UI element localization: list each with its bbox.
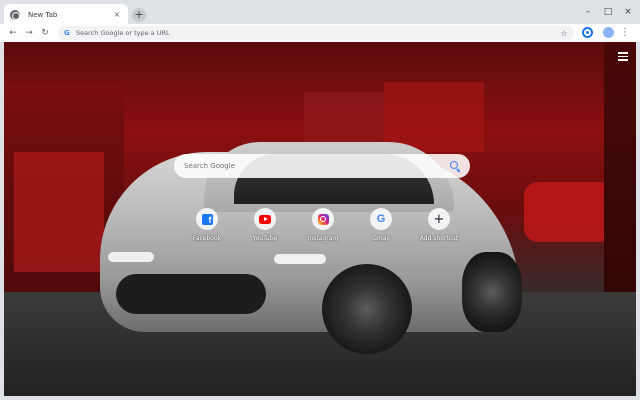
new-tab-button[interactable]: + [132, 8, 146, 22]
extension-icon[interactable] [582, 27, 593, 38]
tab-new-tab[interactable]: New Tab × [4, 4, 128, 26]
browser-menu-icon[interactable]: ⋮ [620, 27, 630, 39]
omnibox-placeholder[interactable]: Search Google or type a URL [76, 29, 558, 37]
search-icon[interactable] [450, 161, 460, 171]
search-box[interactable] [174, 154, 470, 178]
background-cabinet [14, 152, 104, 272]
shortcut-label: Instagram [307, 235, 339, 242]
search-input[interactable] [184, 162, 450, 170]
shortcut-tile[interactable]: f [196, 208, 218, 230]
background-red-car [524, 182, 614, 242]
shortcut-label: Add shortcut [419, 235, 459, 242]
plus-icon: + [433, 211, 445, 227]
shortcut-label: Facebook [192, 235, 222, 242]
car-headlight-left [108, 252, 154, 262]
shortcuts-row: f Facebook YouTube Instagram G Gmail + A… [178, 208, 468, 258]
car-grille [116, 274, 266, 314]
google-icon: G [376, 212, 386, 225]
shortcut-label: Gmail [372, 235, 390, 242]
shortcut-label: YouTube [252, 235, 278, 242]
tab-close-icon[interactable]: × [112, 10, 122, 20]
shortcut-tile[interactable]: + [428, 208, 450, 230]
google-g-icon: G [64, 29, 70, 37]
tab-strip: New Tab × + – □ × [0, 0, 640, 26]
car-rear-wheel [462, 252, 522, 332]
shortcut-gmail[interactable]: G Gmail [352, 208, 410, 258]
omnibox[interactable]: G Search Google or type a URL ☆ [58, 26, 574, 40]
bookmark-star-icon[interactable]: ☆ [558, 29, 570, 38]
forward-icon[interactable]: → [22, 26, 36, 40]
youtube-icon [259, 214, 271, 224]
background-door [384, 82, 484, 152]
reload-icon[interactable]: ↻ [38, 26, 52, 40]
close-window-icon[interactable]: × [622, 6, 634, 18]
minimize-icon[interactable]: – [582, 6, 594, 18]
shortcut-add[interactable]: + Add shortcut [410, 208, 468, 258]
shortcut-tile[interactable] [312, 208, 334, 230]
toolbar: ← → ↻ G Search Google or type a URL ☆ ⋮ [0, 24, 640, 42]
profile-avatar[interactable] [603, 27, 614, 38]
shortcut-youtube[interactable]: YouTube [236, 208, 294, 258]
facebook-icon: f [201, 213, 213, 225]
car-front-wheel [322, 264, 412, 354]
instagram-icon [317, 213, 329, 225]
browser-window: New Tab × + – □ × ← → ↻ G Search Google … [0, 0, 640, 400]
maximize-icon[interactable]: □ [602, 6, 614, 18]
shortcut-tile[interactable]: G [370, 208, 392, 230]
shortcut-instagram[interactable]: Instagram [294, 208, 352, 258]
shortcut-facebook[interactable]: f Facebook [178, 208, 236, 258]
tab-title: New Tab [28, 11, 58, 19]
new-tab-page: f Facebook YouTube Instagram G [4, 42, 636, 396]
back-icon[interactable]: ← [6, 26, 20, 40]
shortcut-tile[interactable] [254, 208, 276, 230]
hamburger-menu-icon[interactable] [618, 52, 628, 61]
globe-icon [10, 10, 20, 20]
